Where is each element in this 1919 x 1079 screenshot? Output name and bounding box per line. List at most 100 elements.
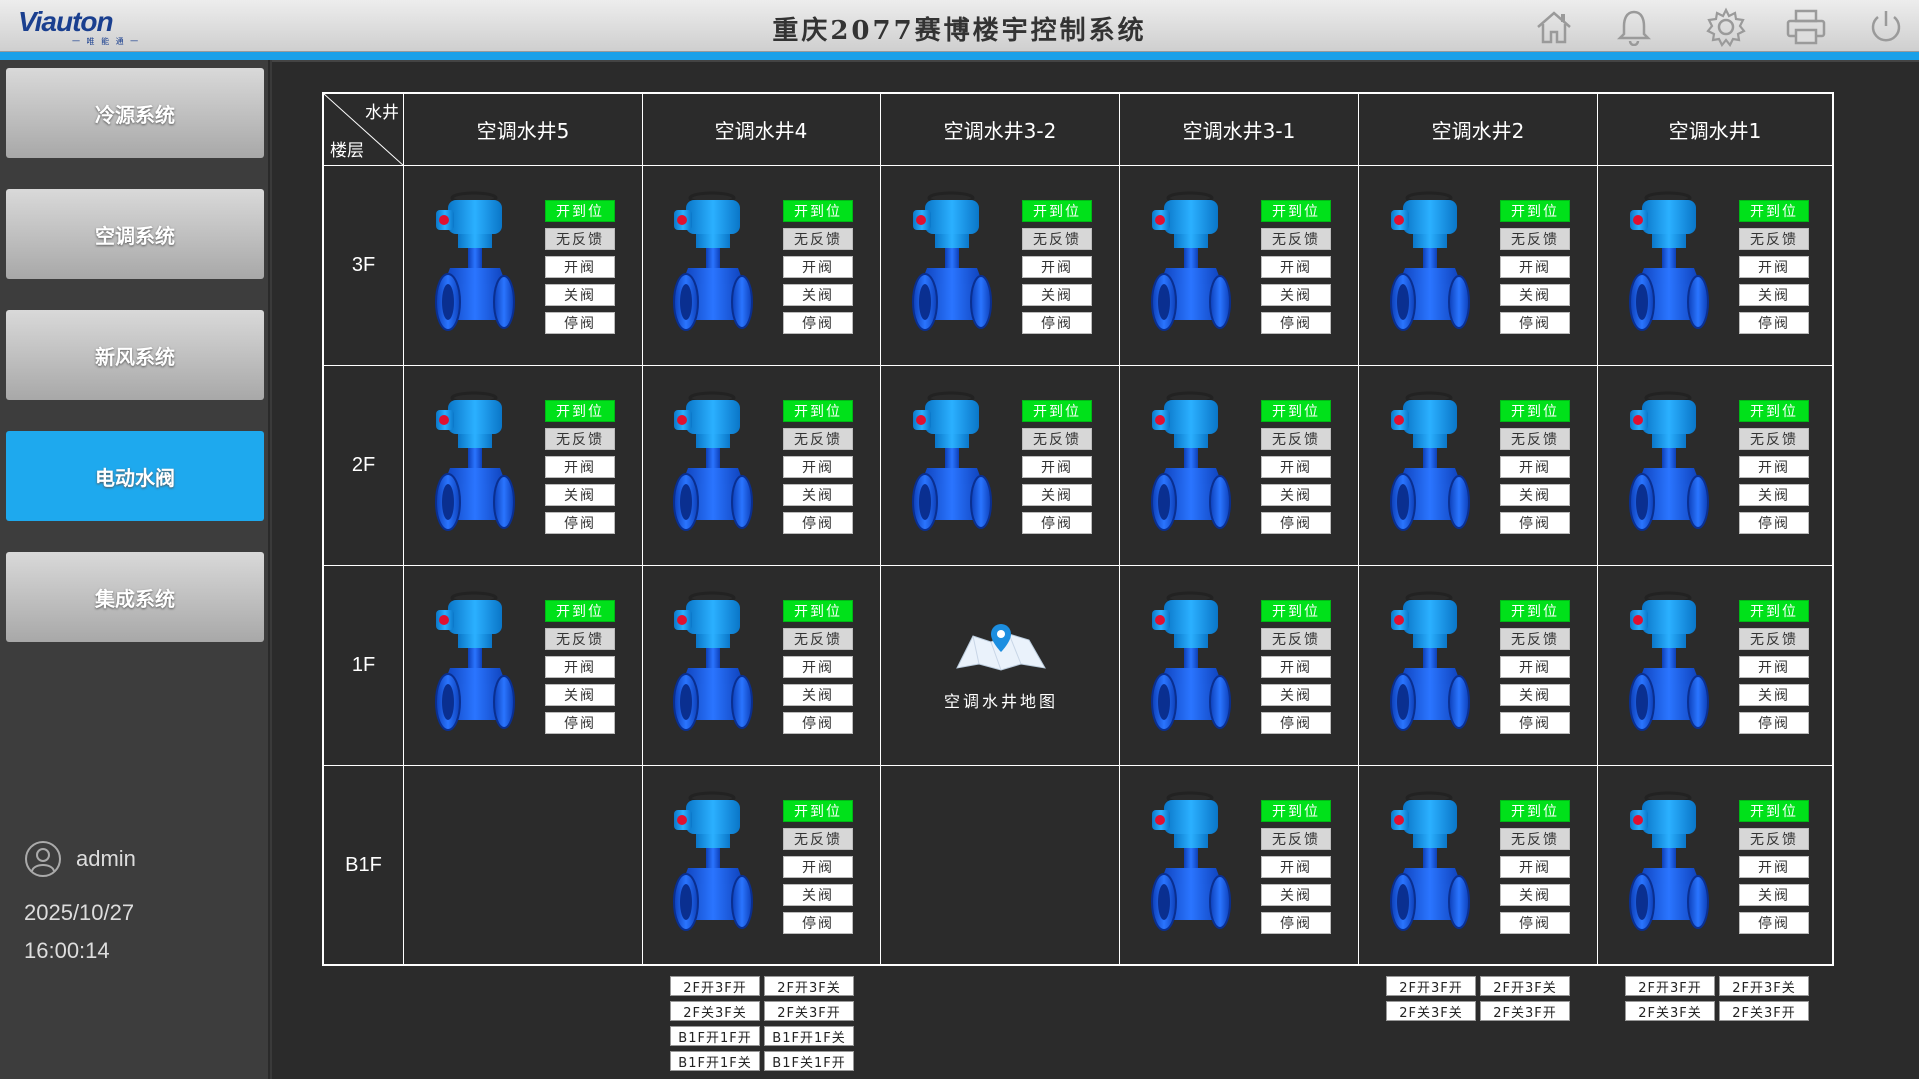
stop-valve-button[interactable]: 停阀 (1739, 912, 1809, 934)
combo-control-button[interactable]: B1F开1F关 (764, 1026, 854, 1046)
stop-valve-button[interactable]: 停阀 (783, 712, 853, 734)
open-valve-button[interactable]: 开阀 (545, 456, 615, 478)
close-valve-button[interactable]: 关阀 (1261, 284, 1331, 306)
stop-valve-button[interactable]: 停阀 (1261, 912, 1331, 934)
stop-valve-button[interactable]: 停阀 (1261, 712, 1331, 734)
close-valve-button[interactable]: 关阀 (1500, 684, 1570, 706)
nav-cold-source[interactable]: 冷源系统 (6, 68, 264, 158)
close-valve-button[interactable]: 关阀 (783, 884, 853, 906)
electric-valve-icon[interactable] (1622, 390, 1712, 538)
close-valve-button[interactable]: 关阀 (545, 484, 615, 506)
open-valve-button[interactable]: 开阀 (1739, 656, 1809, 678)
close-valve-button[interactable]: 关阀 (545, 284, 615, 306)
close-valve-button[interactable]: 关阀 (545, 684, 615, 706)
stop-valve-button[interactable]: 停阀 (545, 712, 615, 734)
electric-valve-icon[interactable] (1622, 190, 1712, 338)
nav-electric-valve[interactable]: 电动水阀 (6, 431, 264, 521)
electric-valve-icon[interactable] (666, 790, 756, 938)
open-valve-button[interactable]: 开阀 (1261, 256, 1331, 278)
nav-fresh-air[interactable]: 新风系统 (6, 310, 264, 400)
combo-control-button[interactable]: 2F开3F开 (1386, 976, 1476, 996)
open-valve-button[interactable]: 开阀 (1739, 856, 1809, 878)
stop-valve-button[interactable]: 停阀 (783, 312, 853, 334)
combo-control-button[interactable]: B1F开1F开 (670, 1026, 760, 1046)
stop-valve-button[interactable]: 停阀 (1500, 712, 1570, 734)
electric-valve-icon[interactable] (905, 390, 995, 538)
stop-valve-button[interactable]: 停阀 (1022, 312, 1092, 334)
combo-control-button[interactable]: B1F关1F开 (764, 1051, 854, 1071)
open-valve-button[interactable]: 开阀 (1500, 456, 1570, 478)
stop-valve-button[interactable]: 停阀 (783, 912, 853, 934)
stop-valve-button[interactable]: 停阀 (1739, 712, 1809, 734)
stop-valve-button[interactable]: 停阀 (1500, 912, 1570, 934)
electric-valve-icon[interactable] (1144, 190, 1234, 338)
open-valve-button[interactable]: 开阀 (1022, 456, 1092, 478)
close-valve-button[interactable]: 关阀 (1500, 284, 1570, 306)
open-valve-button[interactable]: 开阀 (1739, 256, 1809, 278)
electric-valve-icon[interactable] (428, 190, 518, 338)
open-valve-button[interactable]: 开阀 (1261, 456, 1331, 478)
electric-valve-icon[interactable] (1144, 590, 1234, 738)
stop-valve-button[interactable]: 停阀 (1261, 312, 1331, 334)
electric-valve-icon[interactable] (1383, 790, 1473, 938)
combo-control-button[interactable]: 2F关3F开 (764, 1001, 854, 1021)
open-valve-button[interactable]: 开阀 (545, 656, 615, 678)
close-valve-button[interactable]: 关阀 (1022, 284, 1092, 306)
electric-valve-icon[interactable] (1383, 190, 1473, 338)
electric-valve-icon[interactable] (666, 190, 756, 338)
close-valve-button[interactable]: 关阀 (1500, 884, 1570, 906)
electric-valve-icon[interactable] (1383, 590, 1473, 738)
combo-control-button[interactable]: B1F开1F关 (670, 1051, 760, 1071)
home-icon[interactable] (1532, 6, 1576, 48)
electric-valve-icon[interactable] (1622, 590, 1712, 738)
close-valve-button[interactable]: 关阀 (1739, 484, 1809, 506)
electric-valve-icon[interactable] (428, 590, 518, 738)
close-valve-button[interactable]: 关阀 (1022, 484, 1092, 506)
combo-control-button[interactable]: 2F开3F关 (1719, 976, 1809, 996)
open-valve-button[interactable]: 开阀 (1022, 256, 1092, 278)
open-valve-button[interactable]: 开阀 (545, 256, 615, 278)
open-valve-button[interactable]: 开阀 (783, 456, 853, 478)
gear-icon[interactable] (1704, 6, 1748, 48)
printer-icon[interactable] (1784, 6, 1828, 48)
open-valve-button[interactable]: 开阀 (1261, 856, 1331, 878)
close-valve-button[interactable]: 关阀 (1261, 884, 1331, 906)
combo-control-button[interactable]: 2F开3F开 (670, 976, 760, 996)
nav-integrated[interactable]: 集成系统 (6, 552, 264, 642)
open-valve-button[interactable]: 开阀 (1261, 656, 1331, 678)
electric-valve-icon[interactable] (905, 190, 995, 338)
open-valve-button[interactable]: 开阀 (783, 656, 853, 678)
combo-control-button[interactable]: 2F开3F关 (1480, 976, 1570, 996)
stop-valve-button[interactable]: 停阀 (1261, 512, 1331, 534)
combo-control-button[interactable]: 2F关3F关 (1386, 1001, 1476, 1021)
close-valve-button[interactable]: 关阀 (1261, 484, 1331, 506)
close-valve-button[interactable]: 关阀 (1739, 284, 1809, 306)
close-valve-button[interactable]: 关阀 (1500, 484, 1570, 506)
stop-valve-button[interactable]: 停阀 (545, 512, 615, 534)
well-map-button[interactable]: 空调水井地图 (941, 618, 1061, 712)
combo-control-button[interactable]: 2F关3F开 (1719, 1001, 1809, 1021)
close-valve-button[interactable]: 关阀 (783, 284, 853, 306)
open-valve-button[interactable]: 开阀 (783, 856, 853, 878)
electric-valve-icon[interactable] (1144, 390, 1234, 538)
open-valve-button[interactable]: 开阀 (1500, 256, 1570, 278)
close-valve-button[interactable]: 关阀 (783, 484, 853, 506)
combo-control-button[interactable]: 2F关3F关 (670, 1001, 760, 1021)
stop-valve-button[interactable]: 停阀 (545, 312, 615, 334)
combo-control-button[interactable]: 2F关3F关 (1625, 1001, 1715, 1021)
close-valve-button[interactable]: 关阀 (1739, 684, 1809, 706)
stop-valve-button[interactable]: 停阀 (1500, 512, 1570, 534)
combo-control-button[interactable]: 2F开3F关 (764, 976, 854, 996)
open-valve-button[interactable]: 开阀 (1500, 856, 1570, 878)
combo-control-button[interactable]: 2F开3F开 (1625, 976, 1715, 996)
electric-valve-icon[interactable] (1622, 790, 1712, 938)
open-valve-button[interactable]: 开阀 (783, 256, 853, 278)
stop-valve-button[interactable]: 停阀 (1739, 312, 1809, 334)
stop-valve-button[interactable]: 停阀 (783, 512, 853, 534)
close-valve-button[interactable]: 关阀 (1261, 684, 1331, 706)
power-icon[interactable] (1864, 6, 1908, 48)
combo-control-button[interactable]: 2F关3F开 (1480, 1001, 1570, 1021)
electric-valve-icon[interactable] (428, 390, 518, 538)
stop-valve-button[interactable]: 停阀 (1739, 512, 1809, 534)
electric-valve-icon[interactable] (1383, 390, 1473, 538)
